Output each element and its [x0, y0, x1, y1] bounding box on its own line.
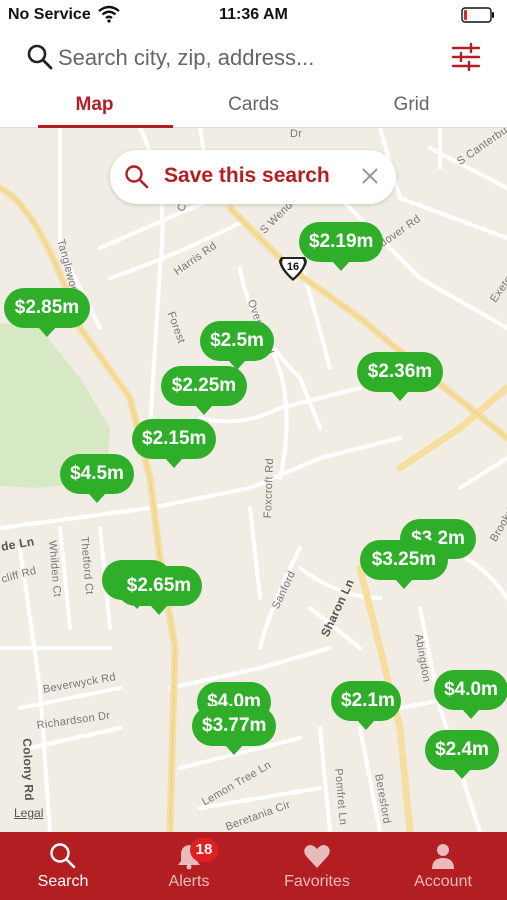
listing-price-pin[interactable]: $2.5m [200, 321, 274, 370]
listing-price-pin[interactable]: $4.0m [434, 670, 507, 719]
save-search-label: Save this search [164, 164, 330, 187]
tabbar-alerts[interactable]: 18 Alerts [126, 832, 252, 900]
tabbar-search[interactable]: Search [0, 832, 126, 900]
listing-price-pin[interactable]: $2.19m [299, 222, 383, 271]
listing-price-pin[interactable]: $2.85m [4, 288, 90, 337]
listing-price-pin[interactable]: $3.77m [192, 706, 276, 755]
view-tabs: Map Cards Grid [0, 86, 507, 128]
highway-number: 16 [286, 261, 300, 273]
tabbar-favorites[interactable]: Favorites [254, 832, 380, 900]
search-input[interactable] [58, 40, 388, 76]
clock-label: 11:36 AM [219, 6, 288, 23]
search-icon [50, 843, 76, 869]
tab-cards[interactable]: Cards [169, 86, 338, 128]
search-icon [27, 44, 53, 70]
street-label: Colony Rd [20, 738, 37, 802]
street-label: Foxcroft Rd [262, 457, 277, 519]
tabbar-label: Favorites [284, 873, 350, 890]
close-icon[interactable] [360, 166, 380, 186]
listing-price-pin[interactable]: $2.36m [357, 352, 443, 401]
street-label: Dr [290, 128, 303, 140]
listing-price-pin[interactable]: $3.25m [360, 540, 448, 589]
save-search-button[interactable]: Save this search [110, 150, 396, 204]
listing-price-pin[interactable]: $2.15m [132, 419, 216, 468]
tab-grid[interactable]: Grid [327, 86, 496, 128]
bottom-tab-bar: Search 18 Alerts Favorites Account [0, 832, 507, 900]
listing-price-pin[interactable]: $4.5m [60, 454, 134, 503]
map-view[interactable]: Tanglewood Ln Harris Rd S Wendover Andov… [0, 128, 507, 832]
search-icon [125, 165, 149, 189]
heart-icon [304, 845, 330, 868]
person-icon [432, 844, 454, 869]
tabbar-label: Account [414, 873, 472, 890]
listing-price-pin[interactable]: $2.65m [116, 566, 202, 615]
tabbar-account[interactable]: Account [380, 832, 506, 900]
search-bar [0, 30, 507, 86]
legal-link[interactable]: Legal [14, 806, 43, 820]
tabbar-label: Search [37, 873, 89, 890]
battery-icon [461, 7, 494, 23]
alerts-badge: 18 [190, 838, 218, 862]
tabbar-label: Alerts [168, 873, 210, 890]
listing-price-pin[interactable]: $2.4m [425, 730, 499, 779]
listing-price-pin[interactable]: $2.25m [161, 366, 247, 415]
status-bar: No Service 11:36 AM [0, 0, 507, 30]
listing-price-pin[interactable]: $2.1m [331, 681, 401, 730]
tab-map[interactable]: Map [10, 86, 179, 128]
filter-sliders-icon[interactable] [451, 42, 481, 72]
